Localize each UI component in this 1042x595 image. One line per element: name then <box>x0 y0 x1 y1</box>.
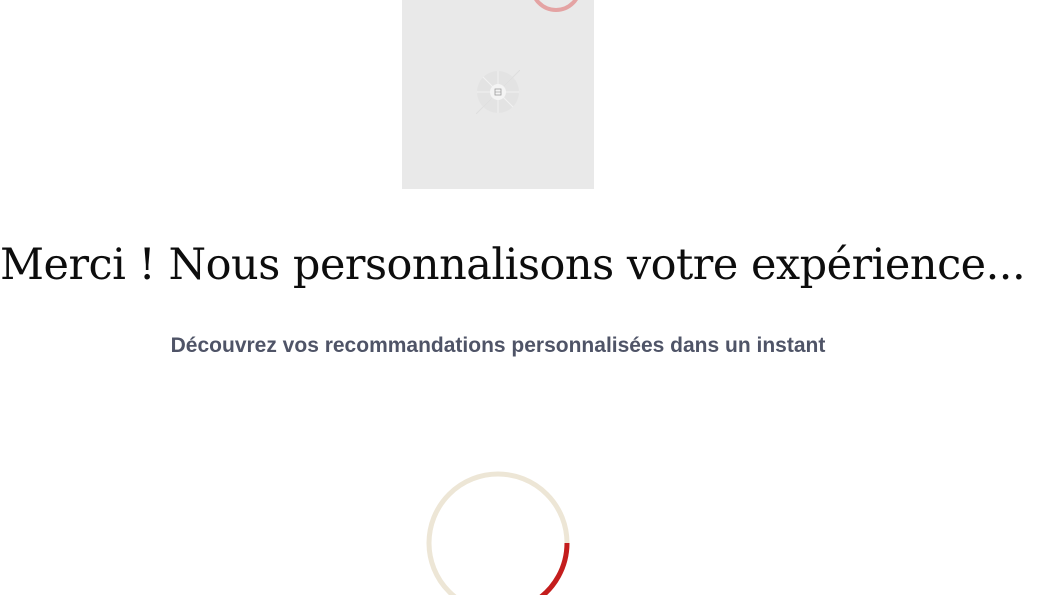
page-title: Merci ! Nous personnalisons votre expéri… <box>0 240 1026 290</box>
loading-spinner <box>426 471 570 595</box>
page-subtitle: Découvrez vos recommandations personnali… <box>170 334 826 357</box>
image-icon <box>476 70 520 114</box>
loader-track <box>426 471 570 595</box>
image-placeholder <box>402 0 594 189</box>
loading-ring-icon <box>530 0 582 12</box>
page: Merci ! Nous personnalisons votre expéri… <box>0 0 1042 595</box>
